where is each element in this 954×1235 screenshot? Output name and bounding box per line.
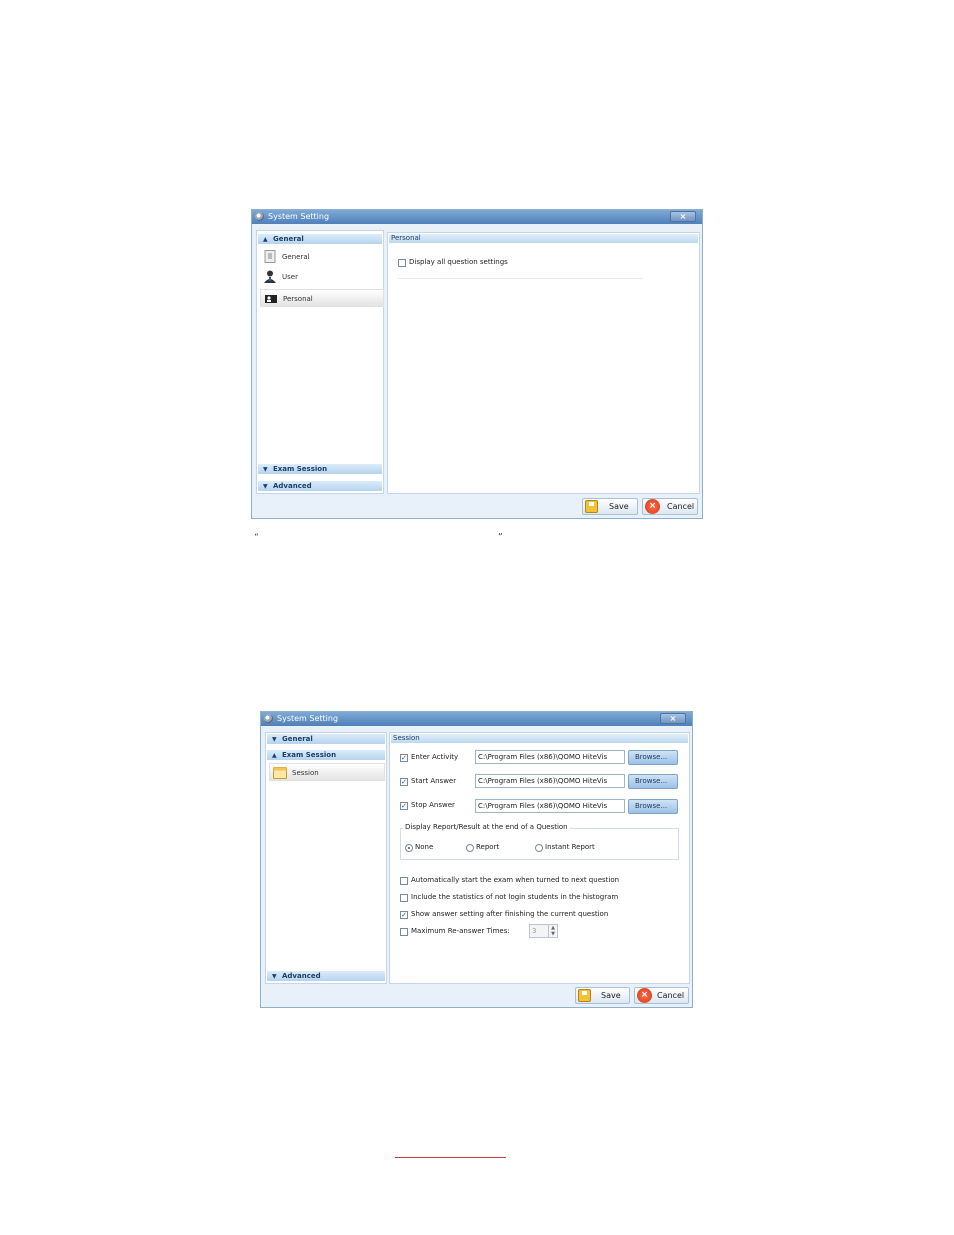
sidebar-section-advanced[interactable]: ▼ Advanced — [267, 971, 385, 981]
report-report-label: Report — [476, 843, 500, 851]
section-label: General — [282, 735, 313, 743]
sidebar-section-exam-session[interactable]: ▲ Exam Session — [267, 750, 385, 760]
app-icon — [255, 212, 264, 221]
cancel-label: Cancel — [657, 991, 685, 1000]
dialog-titlebar[interactable]: System Setting × — [261, 712, 692, 726]
chevron-down-icon: ▼ — [272, 736, 277, 743]
auto-start-exam-checkbox[interactable] — [400, 877, 408, 885]
start-answer-label: Start Answer — [411, 777, 457, 785]
link-underline[interactable] — [395, 1157, 506, 1158]
sidebar-section-general[interactable]: ▲ General — [258, 234, 382, 244]
stop-answer-label: Stop Answer — [411, 801, 455, 809]
save-label: Save — [601, 991, 621, 1000]
sidebar-item-personal[interactable]: Personal — [260, 289, 384, 307]
section-label: Advanced — [273, 482, 312, 490]
cancel-label: Cancel — [667, 502, 695, 511]
panel-header: Personal — [389, 234, 698, 243]
sidebar-section-exam-session[interactable]: ▼ Exam Session — [258, 464, 382, 474]
sidebar-item-label: General — [282, 253, 310, 261]
session-folder-icon — [273, 766, 287, 779]
cancel-button[interactable]: × Cancel — [634, 987, 689, 1004]
report-instant-label: Instant Report — [545, 843, 595, 851]
sidebar-item-session[interactable]: Session — [269, 763, 385, 781]
start-answer-browse-button[interactable]: Browse... — [628, 774, 678, 789]
sidebar-item-general[interactable]: General — [260, 248, 384, 266]
sidebar-section-advanced[interactable]: ▼ Advanced — [258, 481, 382, 491]
settings-sidebar: ▼ General ▲ Exam Session Session ▼ Advan… — [265, 732, 387, 984]
dialog-title: System Setting — [268, 212, 330, 221]
chevron-up-icon: ▲ — [263, 236, 268, 243]
personal-settings-panel: Personal Display all question settings — [387, 232, 700, 494]
max-reanswer-value: 3 — [532, 927, 537, 935]
cancel-button[interactable]: × Cancel — [642, 498, 698, 515]
report-none-radio[interactable] — [405, 844, 413, 852]
close-quote: ” — [498, 533, 503, 543]
include-statistics-label: Include the statistics of not login stud… — [411, 893, 619, 901]
close-button[interactable]: × — [660, 713, 686, 724]
stop-answer-browse-button[interactable]: Browse... — [628, 799, 678, 814]
report-none-label: None — [415, 843, 434, 851]
open-quote: “ — [254, 533, 259, 543]
enter-activity-browse-button[interactable]: Browse... — [628, 750, 678, 765]
system-setting-dialog-personal: System Setting × ▲ General General User … — [251, 209, 703, 519]
dialog-title: System Setting — [277, 714, 339, 723]
sidebar-item-label: Personal — [283, 295, 313, 303]
report-report-radio[interactable] — [466, 844, 474, 852]
display-all-label: Display all question settings — [409, 258, 508, 266]
stepper-arrows-icon[interactable]: ▲ ▼ — [548, 925, 557, 937]
section-label: General — [273, 235, 304, 243]
enter-activity-path-input[interactable]: C:\Program Files (x86)\QOMO HiteVis — [475, 750, 625, 764]
chevron-down-icon: ▼ — [272, 973, 277, 980]
personal-card-icon — [264, 292, 278, 305]
chevron-up-icon: ▲ — [272, 752, 277, 759]
dialog-titlebar[interactable]: System Setting × — [252, 210, 702, 224]
sidebar-item-user[interactable]: User — [260, 268, 384, 286]
close-button[interactable]: × — [670, 211, 696, 222]
save-button[interactable]: Save — [575, 987, 630, 1004]
chevron-down-icon: ▼ — [263, 466, 268, 473]
max-reanswer-stepper[interactable]: 3 ▲ ▼ — [529, 924, 558, 938]
system-setting-dialog-session: System Setting × ▼ General ▲ Exam Sessio… — [260, 711, 693, 1008]
stop-answer-path-input[interactable]: C:\Program Files (x86)\QOMO HiteVis — [475, 799, 625, 813]
panel-header: Session — [391, 734, 688, 743]
auto-start-exam-label: Automatically start the exam when turned… — [411, 876, 620, 884]
cancel-x-icon: × — [645, 499, 660, 514]
user-icon — [263, 270, 277, 283]
section-label: Exam Session — [273, 465, 328, 473]
section-label: Advanced — [282, 972, 321, 980]
section-label: Exam Session — [282, 751, 337, 759]
start-answer-checkbox[interactable]: ✓ — [400, 778, 408, 786]
chevron-down-icon: ▼ — [263, 483, 268, 490]
general-settings-icon — [263, 250, 277, 263]
sidebar-section-general[interactable]: ▼ General — [267, 734, 385, 744]
sidebar-item-label: Session — [292, 769, 319, 777]
max-reanswer-label: Maximum Re-answer Times: — [411, 927, 510, 935]
enter-activity-checkbox[interactable]: ✓ — [400, 754, 408, 762]
report-instant-radio[interactable] — [535, 844, 543, 852]
session-settings-panel: Session ✓ Enter Activity C:\Program File… — [389, 732, 690, 984]
max-reanswer-checkbox[interactable] — [400, 928, 408, 936]
show-answer-setting-label: Show answer setting after finishing the … — [411, 910, 609, 918]
display-all-checkbox[interactable] — [398, 259, 406, 267]
show-answer-setting-checkbox[interactable]: ✓ — [400, 911, 408, 919]
app-icon — [264, 714, 273, 723]
cancel-x-icon: × — [637, 988, 652, 1003]
stop-answer-checkbox[interactable]: ✓ — [400, 802, 408, 810]
enter-activity-label: Enter Activity — [411, 753, 459, 761]
save-label: Save — [609, 502, 629, 511]
floppy-disk-icon — [585, 500, 598, 513]
include-statistics-checkbox[interactable] — [400, 894, 408, 902]
start-answer-path-input[interactable]: C:\Program Files (x86)\QOMO HiteVis — [475, 774, 625, 788]
report-result-group-title: Display Report/Result at the end of a Qu… — [403, 823, 570, 832]
sidebar-item-label: User — [282, 273, 298, 281]
floppy-disk-icon — [578, 989, 591, 1002]
save-button[interactable]: Save — [582, 498, 638, 515]
settings-sidebar: ▲ General General User Personal ▼ Exam S… — [256, 230, 384, 494]
panel-divider — [398, 278, 643, 279]
